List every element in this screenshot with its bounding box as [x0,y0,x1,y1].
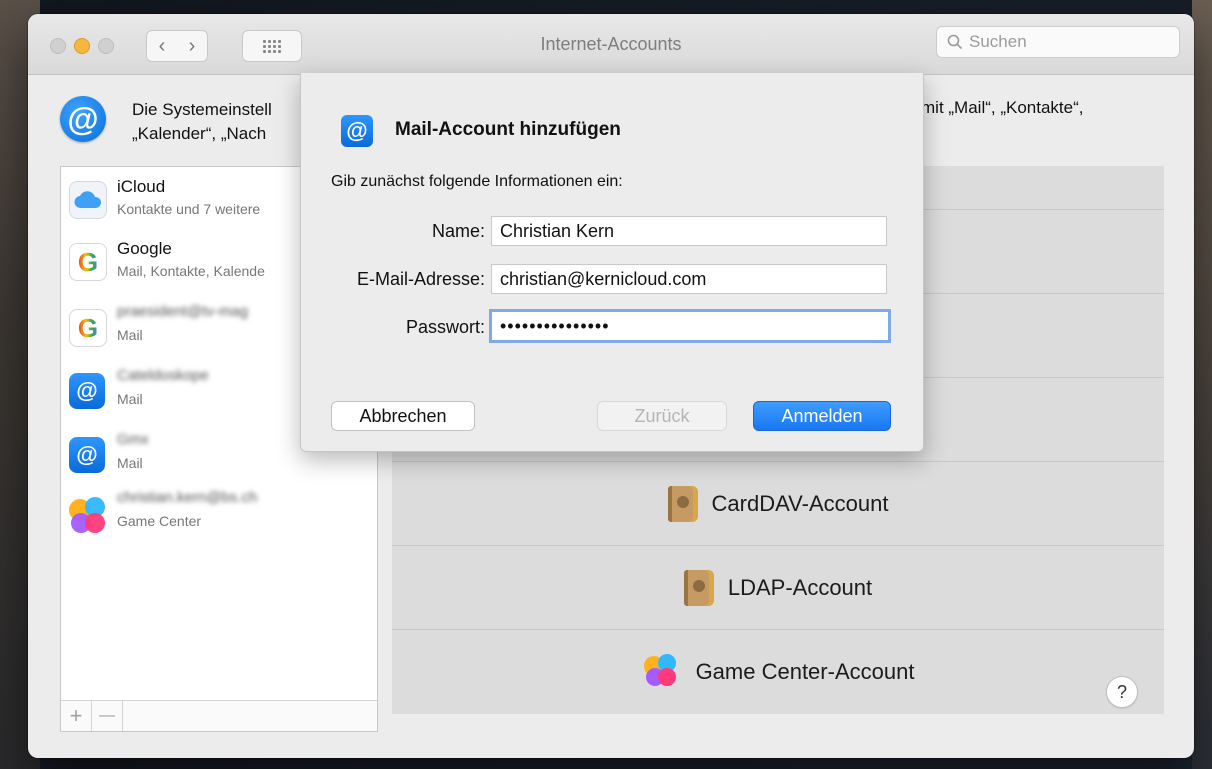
search-icon [947,34,963,50]
name-label: Name: [431,221,485,241]
provider-ldap[interactable]: LDAP-Account [392,546,1164,630]
account-name: Gmx [117,431,149,448]
provider-carddav[interactable]: CardDAV-Account [392,462,1164,546]
mail-icon: @ [341,115,373,147]
pane-description: Die Systemeinstell „Kalender“, „Nach [132,98,312,146]
game-center-icon [65,493,109,537]
icloud-icon [69,181,107,219]
game-center-icon [642,652,682,692]
mail-icon: @ [69,373,105,409]
desktop-background-right [1192,0,1212,769]
title-bar: ‹ › Internet-Accounts Suchen [28,14,1194,75]
internet-accounts-icon: @ [60,96,106,142]
account-detail: Mail [117,391,143,407]
account-name: Cateldoskope [117,367,209,384]
account-name: praesident@tv-mag [117,303,249,320]
dialog-intro: Gib zunächst folgende Informationen ein: [331,173,623,190]
address-book-icon [667,485,698,522]
add-mail-account-dialog: @ Mail-Account hinzufügen Gib zunächst f… [300,73,924,452]
password-field[interactable] [489,309,891,343]
account-name: iCloud [117,177,166,196]
google-icon: G [69,243,107,281]
name-field[interactable] [491,216,887,246]
google-icon: G [69,309,107,347]
account-detail: Mail [117,327,143,343]
cancel-button[interactable]: Abbrechen [331,401,475,431]
account-detail: Game Center [117,513,202,529]
list-toolbar: + — [61,700,377,731]
search-placeholder: Suchen [969,32,1027,51]
search-field[interactable]: Suchen [936,26,1180,58]
email-field[interactable] [491,264,887,294]
account-detail: Mail, Kontakte, Kalende [117,263,265,279]
sign-in-button[interactable]: Anmelden [753,401,891,431]
provider-label: LDAP-Account [727,574,873,600]
dialog-title: Mail-Account hinzufügen [395,119,621,140]
provider-label: Game Center-Account [695,659,915,684]
password-label: Passwort: [405,317,485,337]
address-book-icon [683,569,714,606]
back-button-disabled[interactable]: Zurück [597,401,727,431]
add-account-button[interactable]: + [61,701,92,731]
account-detail: Mail [117,455,143,471]
remove-account-button[interactable]: — [92,701,123,731]
preferences-window: ‹ › Internet-Accounts Suchen @ Die Syste… [28,14,1194,758]
account-item-game-center[interactable]: christian.kern@bs.ch Game Center [61,485,377,547]
account-detail: Kontakte und 7 weitere [117,201,261,217]
provider-label: CardDAV-Account [711,490,889,516]
pane-description-line2: „Kalender“, „Nach [132,124,267,143]
account-name: christian.kern@bs.ch [117,489,258,506]
pane-description-right: mit „Mail“, „Kontakte“, [921,98,1084,117]
provider-game-center[interactable]: Game Center-Account [392,630,1164,714]
help-button[interactable]: ? [1106,676,1138,708]
mail-icon: @ [69,437,105,473]
email-label: E-Mail-Adresse: [356,269,485,289]
pane-description-line1: Die Systemeinstell [132,100,272,119]
account-name: Google [117,239,172,258]
